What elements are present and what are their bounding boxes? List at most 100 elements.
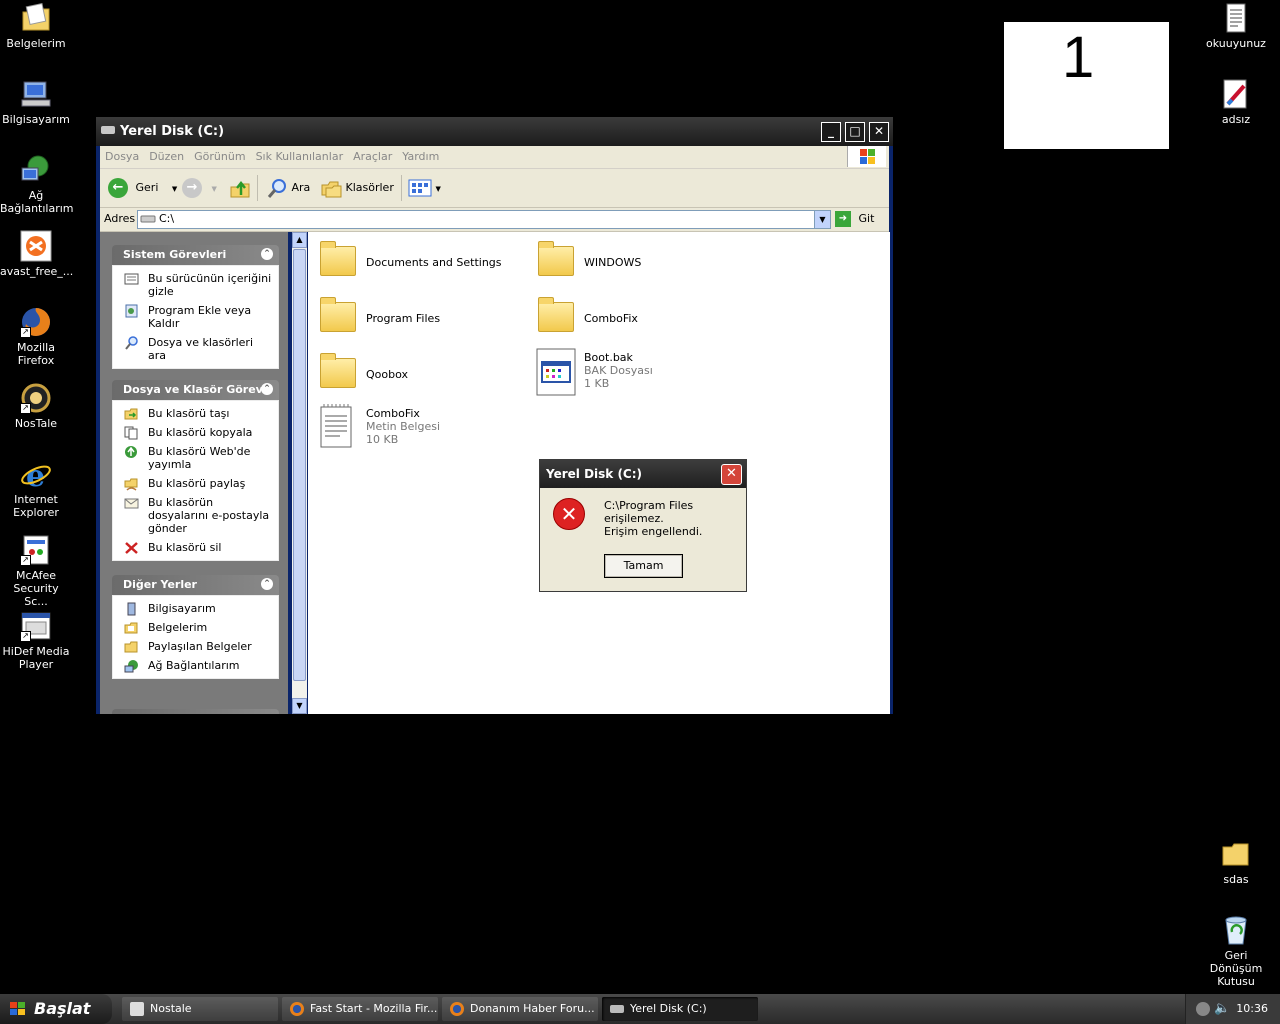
panel-header[interactable]: Dosya ve Klasör Görevl ⌃ <box>112 380 279 400</box>
maximize-button[interactable]: □ <box>845 122 865 142</box>
volume-icon[interactable]: 🔈 <box>1214 1001 1230 1016</box>
task-publish-web[interactable]: Bu klasörü Web'de yayımla <box>124 445 274 471</box>
error-dialog[interactable]: Yerel Disk (C:) ✕ ✕ C:\Program Files eri… <box>539 459 747 592</box>
file-item-windows[interactable]: WINDOWS <box>536 240 726 284</box>
task-move-folder[interactable]: Bu klasörü taşı <box>124 407 274 420</box>
explorer-window[interactable]: Yerel Disk (C:) _ □ ✕ Dosya Düzen Görünüm S… <box>96 117 893 714</box>
menu-file[interactable]: Dosya <box>100 146 144 168</box>
desktop-icon-sdas[interactable]: sdas <box>1200 838 1272 886</box>
task-delete-folder[interactable]: Bu klasörü sil <box>124 541 274 554</box>
folders-button[interactable]: Klasörler <box>320 177 394 199</box>
desktop-icon-okuuyunuz[interactable]: okuuyunuz <box>1200 2 1272 50</box>
toolbar-separator <box>257 175 258 201</box>
task-label: Fast Start - Mozilla Fir... <box>310 1002 438 1015</box>
desktop-icon-internet-explorer[interactable]: e Internet Explorer <box>0 458 72 519</box>
minimize-button[interactable]: _ <box>821 122 841 142</box>
file-type: BAK Dosyası <box>584 364 653 377</box>
desktop-icon-firefox[interactable]: ↗ Mozilla Firefox <box>0 306 72 367</box>
task-email-folder[interactable]: Bu klasörün dosyalarını e-postayla gönde… <box>124 496 274 535</box>
file-item-documents-and-settings[interactable]: Documents and Settings <box>318 240 508 284</box>
menu-tools[interactable]: Araçlar <box>348 146 397 168</box>
desktop-icon-my-documents[interactable]: Belgelerim <box>0 2 72 50</box>
place-shared-documents[interactable]: Paylaşılan Belgeler <box>124 640 274 653</box>
search-button[interactable]: Ara <box>266 177 310 199</box>
chevron-down-icon[interactable]: ▼ <box>172 185 177 193</box>
task-copy-folder[interactable]: Bu klasörü kopyala <box>124 426 274 440</box>
file-item-boot-bak[interactable]: Boot.bak BAK Dosyası 1 KB <box>536 348 726 396</box>
desktop-icon-recycle-bin[interactable]: Geri Dönüşüm Kutusu <box>1200 914 1272 988</box>
task-label: Dosya ve klasörleri ara <box>148 336 254 362</box>
task-label: Bu klasörü Web'de yayımla <box>148 445 251 471</box>
desktop-icon-mcafee[interactable]: ↗ McAfee Security Sc... <box>0 534 72 608</box>
forward-arrow-icon: → <box>182 178 202 198</box>
file-item-combofix-text[interactable]: ComboFix Metin Belgesi 10 KB <box>318 404 508 448</box>
add-remove-programs-icon <box>124 304 139 318</box>
dialog-message-line1: C:\Program Files erişilemez. <box>604 499 694 525</box>
task-hide-drive-contents[interactable]: Bu sürücünün içeriğini gizle <box>124 272 274 298</box>
task-share-folder[interactable]: Bu klasörü paylaş <box>124 477 274 491</box>
taskbar-item-donanim-haber[interactable]: Donanım Haber Foru... <box>442 997 598 1021</box>
task-pane-scrollbar[interactable]: ▲ ▼ <box>292 232 307 714</box>
collapse-icon[interactable]: ⌃ <box>261 578 273 590</box>
menu-view[interactable]: Görünüm <box>189 146 250 168</box>
desktop-icon-network[interactable]: Ağ Bağlantılarım <box>0 154 74 215</box>
desktop-icon-my-computer[interactable]: Bilgisayarım <box>0 78 72 126</box>
place-my-computer[interactable]: Bilgisayarım <box>124 602 274 616</box>
folders-icon <box>321 181 342 198</box>
explorer-titlebar[interactable]: Yerel Disk (C:) _ □ ✕ <box>96 117 893 146</box>
forward-button[interactable]: → ▼ <box>182 177 217 199</box>
go-button[interactable]: ➜ Git <box>835 210 874 228</box>
panel-title: Diğer Yerler <box>123 578 197 591</box>
scroll-up-arrow-icon[interactable]: ▲ <box>292 232 307 248</box>
desktop-icon-label: NosTale <box>14 417 58 430</box>
desktop-icon-adsiz[interactable]: adsız <box>1200 78 1272 126</box>
desktop-icon-hidef-media-player[interactable]: ↗ HiDef Media Player <box>0 610 72 671</box>
taskbar-item-firefox-fast-start[interactable]: Fast Start - Mozilla Fir... <box>282 997 438 1021</box>
system-tray: 🔈 10:36 <box>1185 994 1280 1024</box>
start-button[interactable]: Başlat <box>0 994 112 1024</box>
panel-header[interactable]: Diğer Yerler ⌃ <box>112 575 279 595</box>
drive-icon <box>140 215 156 223</box>
scroll-down-arrow-icon[interactable]: ▼ <box>292 698 307 714</box>
error-icon: ✕ <box>553 498 585 530</box>
tray-app-icon[interactable] <box>1196 1002 1210 1016</box>
back-button[interactable]: ← Geri ▼ <box>108 177 177 199</box>
ok-button[interactable]: Tamam <box>604 554 683 578</box>
panel-title: Dosya ve Klasör Görevl <box>123 383 267 396</box>
drive-icon <box>101 126 115 134</box>
task-add-remove-programs[interactable]: Program Ekle veya Kaldır <box>124 304 274 330</box>
place-my-documents[interactable]: Belgelerim <box>124 621 274 634</box>
taskbar-item-yerel-disk[interactable]: Yerel Disk (C:) <box>602 997 758 1021</box>
folder-icon <box>318 296 356 334</box>
file-item-program-files[interactable]: Program Files <box>318 296 508 340</box>
task-search-files[interactable]: Dosya ve klasörleri ara <box>124 336 274 362</box>
place-label: Paylaşılan Belgeler <box>148 640 252 653</box>
menu-favorites[interactable]: Sık Kullanılanlar <box>251 146 349 168</box>
place-network[interactable]: Ağ Bağlantılarım <box>124 659 274 673</box>
up-folder-button[interactable] <box>229 177 251 199</box>
close-button[interactable]: ✕ <box>869 122 889 142</box>
dialog-titlebar[interactable]: Yerel Disk (C:) ✕ <box>540 460 746 488</box>
panel-header[interactable]: Sistem Görevleri ⌃ <box>112 245 279 265</box>
desktop-icon-label: Belgelerim <box>6 37 66 50</box>
collapse-icon[interactable]: ⌃ <box>261 248 273 260</box>
place-label: Ağ Bağlantılarım <box>148 659 240 672</box>
desktop-icon-nostale[interactable]: ↗ NosTale <box>0 382 72 430</box>
folder-icon <box>318 240 356 278</box>
desktop-icon-avast[interactable]: avast_free_... <box>0 230 73 278</box>
taskbar-item-nostale[interactable]: Nostale <box>122 997 278 1021</box>
address-dropdown-icon[interactable]: ▼ <box>814 211 830 228</box>
panel-header <box>112 709 279 714</box>
collapse-icon[interactable]: ⌃ <box>261 383 273 395</box>
dialog-close-button[interactable]: ✕ <box>721 464 742 485</box>
menu-edit[interactable]: Düzen <box>144 146 189 168</box>
address-input[interactable]: C:\ ▼ <box>137 210 831 229</box>
clock[interactable]: 10:36 <box>1236 1002 1268 1015</box>
file-name: Documents and Settings <box>366 256 502 269</box>
scroll-thumb[interactable] <box>293 249 306 681</box>
file-item-qoobox[interactable]: Qoobox <box>318 352 508 396</box>
file-item-combofix-folder[interactable]: ComboFix <box>536 296 726 340</box>
menu-help[interactable]: Yardım <box>397 146 444 168</box>
hide-contents-icon <box>124 272 139 286</box>
views-button[interactable]: ▼ <box>408 177 441 199</box>
